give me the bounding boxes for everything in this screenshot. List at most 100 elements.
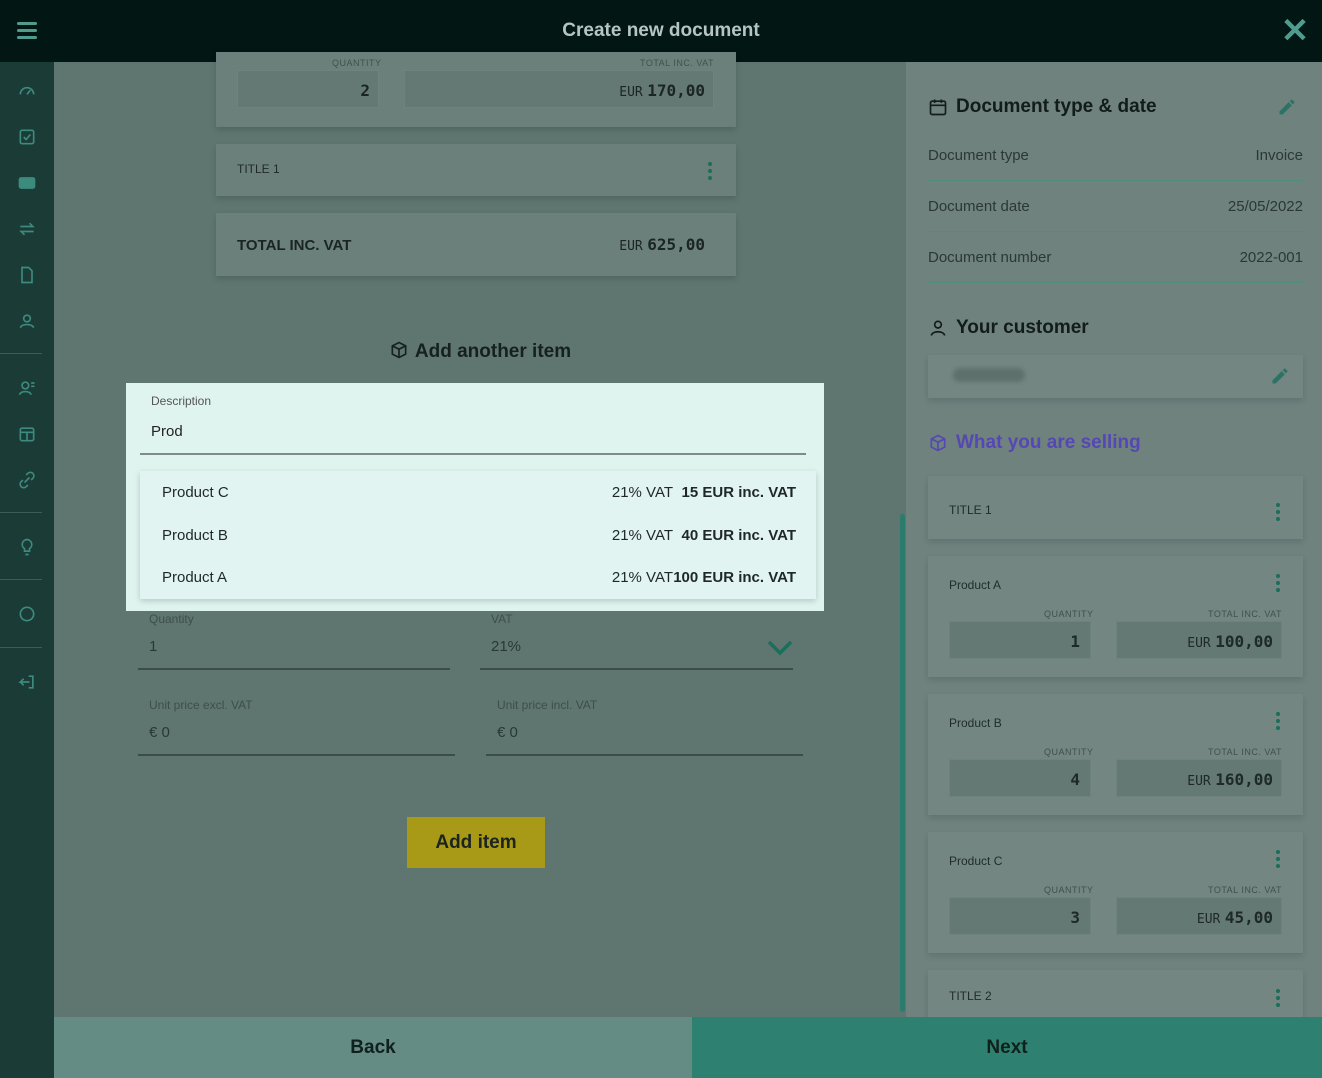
close-button[interactable]: ✕ [1268,0,1322,62]
more-vert-icon[interactable] [1276,503,1282,521]
total-amount: EUR 45,00 [1197,908,1273,928]
product-name: Product A [949,578,1002,592]
next-button[interactable]: Next [692,1017,1322,1078]
total-card-label: TOTAL INC. VAT [237,237,352,254]
customer-card[interactable] [928,355,1303,398]
selling-section-text: What you are selling [956,432,1141,453]
unit-excl-field[interactable]: € 0 [149,724,170,741]
quantity-box[interactable]: 2 [237,70,379,108]
suggestion-item[interactable]: Product A 21% VAT 100 EUR inc. VAT [140,556,816,599]
autocomplete-panel: Description Product C 21% VAT 15 EUR inc… [126,383,824,611]
dashboard-icon[interactable] [0,76,54,106]
total-value: 45,00 [1224,908,1273,927]
quantity-label: QUANTITY [1044,609,1094,619]
item-title-card: TITLE 1 [928,476,1303,539]
close-icon: ✕ [1280,12,1310,50]
suggestion-name: Product C [162,484,229,501]
sidebar-divider [0,647,42,648]
quantity-underline [138,668,450,670]
quantity-value: 1 [1070,632,1080,651]
total-label: TOTAL INC. VAT [1207,747,1282,757]
total-amount: EUR 160,00 [1187,770,1273,790]
suggestion-item[interactable]: Product C 21% VAT 15 EUR inc. VAT [140,471,816,514]
more-vert-icon[interactable] [1276,574,1282,592]
checkbox-icon[interactable] [0,122,54,152]
calendar-icon[interactable] [0,419,54,449]
more-vert-icon[interactable] [708,162,714,180]
people-list-icon[interactable] [0,373,54,403]
contacts-icon[interactable] [0,306,54,336]
product-name: Product B [949,716,1002,730]
selling-section-title: What you are selling [928,432,1141,454]
suggestion-price: 15 EUR inc. VAT [681,484,796,501]
more-vert-icon[interactable] [1276,989,1282,1007]
chevron-down-icon[interactable] [767,640,793,656]
back-button[interactable]: Back [54,1017,692,1078]
doc-date-label: Document date [928,197,1030,215]
product-name: Product C [949,854,1003,868]
suggestion-vat: 21% VAT [611,527,673,544]
logout-icon[interactable] [0,667,54,697]
total-label: TOTAL INC. VAT [1207,885,1282,895]
suggestion-name: Product A [162,569,228,586]
unit-incl-label: Unit price incl. VAT [497,698,598,712]
total-box: EUR 170,00 [404,70,714,108]
quantity-box[interactable]: 4 [949,759,1091,797]
customer-section-title: Your customer [928,317,1089,339]
circle-icon[interactable] [0,599,54,629]
box-icon [391,341,407,359]
doc-type-label: Document type [928,146,1029,164]
scrollbar[interactable] [900,514,905,1012]
transfer-icon[interactable] [0,214,54,244]
sidebar-divider [0,579,42,580]
description-input[interactable] [151,423,791,440]
edit-customer-icon[interactable] [1270,366,1290,386]
total-value: 170,00 [647,81,705,100]
document-icon[interactable] [0,260,54,290]
add-item-button[interactable]: Add item [407,817,545,868]
unit-incl-field[interactable]: € 0 [497,724,518,741]
item-product-card: Product C QUANTITY TOTAL INC. VAT 3 EUR … [928,832,1303,953]
description-underline [140,453,806,455]
add-another-heading: Add another item [54,340,906,363]
quantity-box[interactable]: 3 [949,897,1091,935]
unit-incl-underline [486,754,803,756]
total-label: TOTAL INC. VAT [639,58,714,68]
quantity-value: 4 [1070,770,1080,789]
suggestion-vat: 21% VAT [611,484,673,501]
suggestion-list: Product C 21% VAT 15 EUR inc. VAT Produc… [140,471,816,599]
currency: EUR [619,85,643,100]
quantity-value: 3 [1070,908,1080,927]
doc-date-value: 25/05/2022 [1227,197,1303,215]
link-icon[interactable] [0,465,54,495]
more-vert-icon[interactable] [1276,712,1282,730]
vat-underline [480,668,793,670]
item-product-card: Product A QUANTITY TOTAL INC. VAT 1 EUR … [928,556,1303,677]
quantity-box[interactable]: 1 [949,621,1091,659]
quantity-field-label: Quantity [149,612,194,626]
item-product-card: Product B QUANTITY TOTAL INC. VAT 4 EUR … [928,694,1303,815]
person-icon [930,320,946,336]
doc-section-text: Document type & date [956,96,1157,117]
currency: EUR [619,239,643,254]
total-box: EUR 100,00 [1116,621,1282,659]
item-card: QUANTITY TOTAL INC. VAT 2 EUR 170,00 [216,52,736,127]
card-icon[interactable] [0,168,54,198]
bulb-icon[interactable] [0,532,54,562]
quantity-label: QUANTITY [1044,747,1094,757]
currency: EUR [1187,636,1211,651]
menu-button[interactable] [0,0,54,62]
quantity-label: QUANTITY [1044,885,1094,895]
suggestion-item[interactable]: Product B 21% VAT 40 EUR inc. VAT [140,514,816,557]
item-title-label: TITLE 1 [949,503,992,517]
grand-total: EUR 625,00 [619,235,705,255]
total-amount: EUR 100,00 [1187,632,1273,652]
hamburger-icon [17,22,37,40]
total-value: 100,00 [1215,632,1273,651]
quantity-field[interactable]: 1 [149,638,157,655]
edit-doc-icon[interactable] [1277,97,1297,117]
total-box: EUR 160,00 [1116,759,1282,797]
description-autocomplete: Description Product C 21% VAT 15 EUR inc… [126,383,824,611]
more-vert-icon[interactable] [1276,850,1282,868]
vat-select[interactable]: 21% [491,638,521,655]
